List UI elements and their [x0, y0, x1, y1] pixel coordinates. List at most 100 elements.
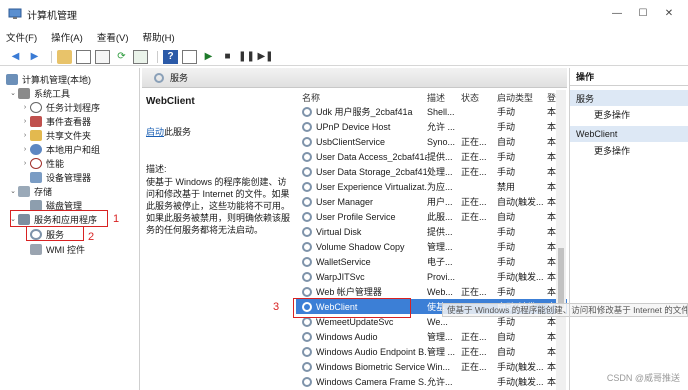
column-name[interactable]: 名称: [296, 91, 427, 104]
actions-section-services[interactable]: 服务: [570, 90, 688, 106]
service-row[interactable]: UsbClientService Syno... 正在... 自动本: [296, 134, 567, 149]
back-icon[interactable]: ◀: [8, 50, 23, 64]
stop-service-icon[interactable]: ■: [220, 50, 235, 64]
service-row[interactable]: User Manager 用户... 正在... 自动(触发... 本: [296, 194, 567, 209]
forward-icon[interactable]: ▶: [27, 50, 42, 64]
services-scrollbar[interactable]: [556, 90, 566, 390]
gear-icon: [302, 361, 312, 372]
pause-service-icon[interactable]: ❚❚: [238, 50, 255, 64]
start-service-link[interactable]: 启动: [146, 127, 164, 137]
export-icon[interactable]: [133, 49, 148, 64]
service-name: Windows Camera Frame S...: [316, 376, 427, 387]
column-description[interactable]: 描述: [427, 91, 461, 104]
restart-service-icon[interactable]: ▶❚: [257, 50, 273, 64]
gear-icon: [302, 106, 312, 117]
service-startup-type: 自动: [497, 212, 516, 222]
column-status[interactable]: 状态: [461, 91, 497, 104]
more-actions-services[interactable]: 更多操作: [570, 106, 688, 122]
service-row[interactable]: WalletService 电子... 手动本: [296, 254, 567, 269]
service-name-cell: Windows Audio: [296, 331, 427, 342]
toolbar-divider: [51, 50, 52, 63]
service-description: Syno...: [427, 136, 456, 147]
tree-item-system-tools[interactable]: ⌄ 系统工具: [8, 86, 70, 100]
service-detail: WebClient 启动此服务 描述: 使基于 Windows 的程序能创建、访…: [146, 92, 294, 236]
tree-item-storage[interactable]: ⌄ 存储: [8, 184, 52, 198]
service-description: 为应...: [427, 182, 453, 192]
service-row[interactable]: User Data Storage_2cbaf41a 处理... 正在... 手动本: [296, 164, 567, 179]
service-name: User Manager: [316, 196, 374, 207]
highlight-box-webclient: [293, 298, 411, 318]
service-row[interactable]: WarpJITSvc Provi... 手动(触发... 本: [296, 269, 567, 284]
show-tree-icon[interactable]: [76, 49, 91, 64]
tree-item-root[interactable]: 计算机管理(本地): [6, 72, 91, 86]
service-description: 用户...: [427, 197, 453, 207]
refresh-icon[interactable]: ⟳: [114, 50, 129, 64]
tree-item-local-users[interactable]: › 本地用户和组: [20, 142, 100, 156]
service-name: User Data Access_2cbaf41a: [316, 151, 427, 162]
maximize-icon[interactable]: ☐: [630, 0, 656, 26]
folder-up-icon[interactable]: [57, 49, 72, 64]
gear-icon: [302, 181, 312, 192]
service-row[interactable]: Windows Biometric Service Win... 正在... 手动(触…: [296, 359, 567, 374]
chevron-down-icon[interactable]: ⌄: [8, 89, 18, 97]
service-row[interactable]: UPnP Device Host 允许 ... 手动本: [296, 119, 567, 134]
chevron-right-icon[interactable]: ›: [20, 104, 30, 111]
gear-icon: [302, 271, 312, 282]
tree-label: 事件查看器: [46, 116, 92, 127]
more-actions-webclient[interactable]: 更多操作: [570, 142, 688, 158]
device-manager-icon: [30, 171, 42, 183]
tree-item-performance[interactable]: › 性能: [20, 156, 64, 170]
scrollbar-thumb[interactable]: [558, 248, 564, 308]
menu-action[interactable]: 操作(A): [51, 30, 83, 46]
tree-item-task-scheduler[interactable]: › 任务计划程序: [20, 100, 100, 114]
chevron-right-icon[interactable]: ›: [20, 132, 30, 139]
actions-title: 操作: [570, 68, 688, 86]
close-icon[interactable]: ✕: [656, 0, 682, 26]
chevron-right-icon[interactable]: ›: [20, 146, 30, 153]
gear-icon: [302, 286, 312, 297]
navigation-tree: 计算机管理(本地) ⌄ 系统工具 › 任务计划程序 › 事件查看器 › 共享文件…: [0, 68, 140, 390]
chevron-right-icon[interactable]: ›: [20, 160, 30, 167]
tree-item-shared-folders[interactable]: › 共享文件夹: [20, 128, 91, 142]
service-name: User Data Storage_2cbaf41a: [316, 166, 427, 177]
services-header: 服务: [142, 68, 567, 88]
service-startup-type: 手动: [497, 242, 516, 252]
service-row[interactable]: Windows Camera Frame S... 允许... 手动(触发... 本: [296, 374, 567, 389]
properties-icon[interactable]: [95, 49, 110, 64]
tree-item-event-viewer[interactable]: › 事件查看器: [20, 114, 91, 128]
computer-management-icon: [8, 8, 22, 19]
menu-file[interactable]: 文件(F): [6, 30, 37, 46]
service-row[interactable]: Volume Shadow Copy 管理... 手动本: [296, 239, 567, 254]
service-name-cell: User Data Access_2cbaf41a: [296, 151, 427, 162]
service-row[interactable]: Web 帐户管理器 Web... 正在... 手动本: [296, 284, 567, 299]
chevron-right-icon[interactable]: ›: [20, 118, 30, 125]
service-row[interactable]: User Profile Service 此服... 正在... 自动本: [296, 209, 567, 224]
start-service-icon[interactable]: ▶: [201, 50, 216, 64]
tree-item-device-manager[interactable]: 设备管理器: [30, 170, 91, 184]
clock-icon: [30, 101, 42, 113]
help-icon[interactable]: ?: [163, 49, 178, 64]
service-row[interactable]: Virtual Disk 提供... 手动本: [296, 224, 567, 239]
menu-view[interactable]: 查看(V): [97, 30, 129, 46]
service-description: 允许 ...: [427, 122, 456, 132]
view-icon[interactable]: [182, 49, 197, 64]
service-row[interactable]: Windows Audio Endpoint B... 管理 ... 正在... 自动…: [296, 344, 567, 359]
service-row[interactable]: Windows Audio 管理... 正在... 自动本: [296, 329, 567, 344]
actions-section-webclient[interactable]: WebClient: [570, 126, 688, 142]
column-startup-type[interactable]: 启动类型: [497, 91, 547, 104]
service-name-cell: UsbClientService: [296, 136, 427, 147]
service-status: 正在...: [461, 137, 487, 147]
service-row[interactable]: Udk 用户服务_2cbaf41a Shell... 手动本: [296, 104, 567, 119]
chevron-down-icon[interactable]: ⌄: [8, 187, 18, 195]
menu-help[interactable]: 帮助(H): [142, 30, 174, 46]
gear-icon: [302, 211, 312, 222]
tree-label: 本地用户和组: [46, 144, 101, 155]
minimize-icon[interactable]: —: [604, 0, 630, 26]
gear-icon: [302, 166, 312, 177]
tree-item-wmi[interactable]: WMI 控件: [30, 242, 85, 256]
service-row[interactable]: User Data Access_2cbaf41a 提供... 正在... 手动本: [296, 149, 567, 164]
service-row[interactable]: User Experience Virtualizat... 为应... 禁用本: [296, 179, 567, 194]
service-description: Web...: [427, 286, 453, 297]
service-startup-type: 自动: [497, 347, 516, 357]
tree-label: 任务计划程序: [46, 102, 101, 113]
